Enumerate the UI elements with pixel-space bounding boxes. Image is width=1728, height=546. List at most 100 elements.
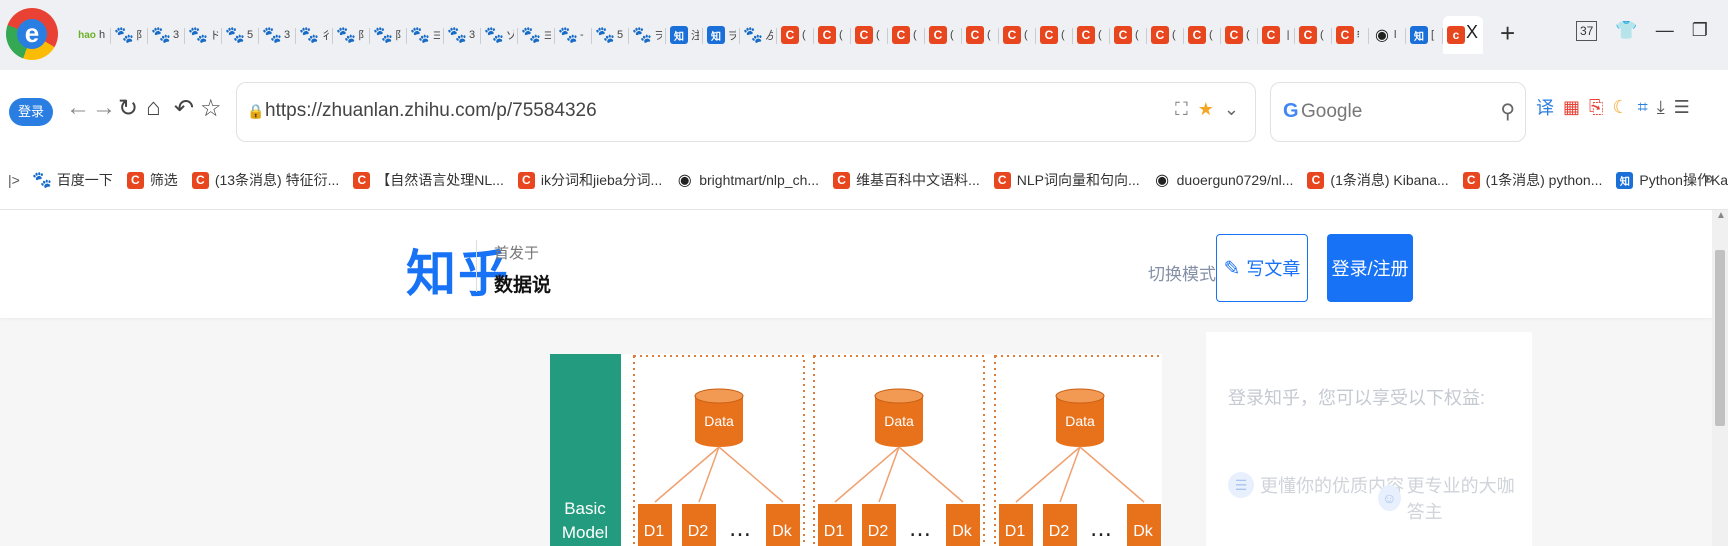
browser-tab[interactable]: C( xyxy=(888,16,925,54)
scrollbar-thumb[interactable] xyxy=(1715,250,1725,426)
bookmarks-toggle-icon[interactable]: |> xyxy=(8,172,20,188)
browser-tab[interactable]: 🐾 - xyxy=(555,16,592,54)
reload-icon[interactable]: ↻ xyxy=(118,94,138,123)
perk-expert-answers[interactable]: ☺ 更专业的大咖答主 xyxy=(1378,472,1532,524)
new-tab-button[interactable]: + xyxy=(1500,18,1515,49)
browser-tab[interactable]: C( xyxy=(814,16,851,54)
browser-tab[interactable]: 🐾 ヨ xyxy=(407,16,444,54)
popover-caret xyxy=(1360,302,1380,312)
column-name[interactable]: 数据说 xyxy=(494,270,551,297)
github-icon: ◉ xyxy=(1375,27,1389,44)
browser-tab[interactable]: 🐾 彳 xyxy=(296,16,333,54)
browser-tab[interactable]: C( xyxy=(1073,16,1110,54)
browser-tab[interactable]: 🐾 阝 xyxy=(370,16,407,54)
search-box[interactable]: G Google ⚲ xyxy=(1270,82,1526,142)
chevron-down-icon[interactable]: ⌄ xyxy=(1224,99,1239,120)
dataset-node-label: D1 xyxy=(824,523,845,540)
browser-tab[interactable]: C( xyxy=(1036,16,1073,54)
browser-login-button[interactable]: 登录 xyxy=(9,98,53,126)
bookmark-item[interactable]: ◉ brightmart/nlp_ch... xyxy=(676,172,819,189)
search-icon[interactable]: ⚲ xyxy=(1500,99,1515,124)
tab-title: ( xyxy=(1061,29,1065,41)
bookmark-item[interactable]: C (13条消息) 特征衍... xyxy=(191,170,339,190)
browser-tab[interactable]: 🐾 5 xyxy=(592,16,629,54)
bookmark-item[interactable]: ◉ duoergun0729/nl... xyxy=(1154,172,1293,189)
dataset-node-label: Dk xyxy=(772,523,793,540)
login-register-button[interactable]: 登录/注册 xyxy=(1327,234,1413,302)
tab-bar: e hao h 🐾 阝 🐾 3 🐾 ド 🐾 5 🐾 3 🐾 彳 🐾 阝 🐾 阝 🐾 ヨ 🐾 3 🐾 ゾ 🐾 ヨ 🐾 - 🐾 5 🐾 ヲ知注知ヺ… xyxy=(0,0,1728,70)
browser-tab[interactable]: C( xyxy=(999,16,1036,54)
browser-tab[interactable]: C( xyxy=(925,16,962,54)
menu-icon[interactable]: ☰ xyxy=(1674,97,1690,118)
search-placeholder[interactable]: Google xyxy=(1301,101,1362,123)
address-bar[interactable]: 🔒 https://zhuanlan.zhihu.com/p/75584326 … xyxy=(236,82,1256,142)
window-count-badge[interactable]: 37 xyxy=(1576,20,1598,41)
favorite-icon[interactable]: ★ xyxy=(1198,99,1214,120)
write-article-button[interactable]: ✎ 写文章 xyxy=(1216,234,1308,302)
browser-tab[interactable]: 🐾 ド xyxy=(185,16,222,54)
browser-tab[interactable]: hao h xyxy=(74,16,111,54)
browser-tab[interactable]: C( xyxy=(962,16,999,54)
crop-icon[interactable]: ⌗ xyxy=(1638,97,1648,118)
browser-tab[interactable]: 🐾 3 xyxy=(444,16,481,54)
close-tab-icon[interactable]: X xyxy=(1466,22,1478,43)
pdf-icon[interactable]: ⎘ xyxy=(1589,97,1603,118)
bookmark-star-icon[interactable]: ☆ xyxy=(200,94,222,123)
night-icon[interactable]: ☾ xyxy=(1612,97,1628,118)
bookmark-item[interactable]: C 筛选 xyxy=(126,170,178,190)
browser-tab[interactable]: 🐾 ゾ xyxy=(481,16,518,54)
browser-tab[interactable]: C( xyxy=(851,16,888,54)
forward-icon[interactable]: → xyxy=(92,94,116,122)
bookmark-label: 维基百科中文语料... xyxy=(856,172,980,188)
baidu-paw-icon: 🐾 xyxy=(151,27,171,44)
browser-tab[interactable]: C( xyxy=(1147,16,1184,54)
bookmark-item[interactable]: C NLP词向量和句向... xyxy=(993,170,1140,190)
browser-tab[interactable]: 🐾 阝 xyxy=(333,16,370,54)
bookmark-item[interactable]: Cik分词和jieba分词... xyxy=(517,170,662,190)
skin-icon[interactable]: 👕 xyxy=(1615,20,1637,41)
home-icon[interactable]: ⌂ xyxy=(146,94,161,122)
browser-tab[interactable]: 知ヺ xyxy=(703,16,740,54)
screenshot-icon[interactable]: ⛶ xyxy=(1175,99,1188,120)
bookmark-item[interactable]: C 维基百科中文语料... xyxy=(833,170,980,190)
switch-mode-link[interactable]: 切换模式 xyxy=(1148,260,1216,285)
browser-tab[interactable]: 🐾 ゟ xyxy=(740,16,777,54)
browser-tab[interactable]: 🐾 阝 xyxy=(111,16,148,54)
csdn-icon: C xyxy=(1040,26,1058,44)
bookmark-item[interactable]: 🐾 百度一下 xyxy=(32,170,112,190)
browser-logo-icon[interactable]: e xyxy=(6,8,58,60)
translate-icon[interactable]: 译 xyxy=(1536,94,1554,120)
lock-icon: 🔒 xyxy=(247,103,265,119)
tab-title: 彳 xyxy=(321,30,329,42)
back-icon[interactable]: ← xyxy=(66,94,90,122)
browser-tab[interactable]: 知注 xyxy=(666,16,703,54)
minimize-icon[interactable]: — xyxy=(1656,20,1674,41)
bookmark-item[interactable]: C 【自然语言处理NL... xyxy=(353,170,504,190)
download-icon[interactable]: ⤓ xyxy=(1657,97,1665,118)
browser-tab[interactable]: C( xyxy=(1110,16,1147,54)
browser-tab[interactable]: 🐾 3 xyxy=(148,16,185,54)
browser-tab[interactable]: ◉ l xyxy=(1369,16,1406,54)
bookmark-item[interactable]: C (1条消息) Kibana... xyxy=(1307,170,1449,190)
browser-tab[interactable]: C( xyxy=(1295,16,1332,54)
browser-tab[interactable]: C( xyxy=(777,16,814,54)
browser-tab[interactable]: 知[ xyxy=(1406,16,1443,54)
undo-icon[interactable]: ↶ xyxy=(174,94,194,123)
csdn-icon: C xyxy=(855,26,873,44)
apps-icon[interactable]: ▦ xyxy=(1563,97,1580,118)
browser-tab[interactable]: 🐾 ヨ xyxy=(518,16,555,54)
browser-tab[interactable]: C ፧ xyxy=(1332,16,1369,54)
hao123-icon: hao xyxy=(78,29,96,41)
browser-tab[interactable]: C( xyxy=(1221,16,1258,54)
browser-tab[interactable]: 🐾 3 xyxy=(259,16,296,54)
bookmarks-overflow-icon[interactable]: » xyxy=(1704,168,1714,189)
url-text[interactable]: https://zhuanlan.zhihu.com/p/75584326 xyxy=(265,100,597,122)
browser-tab[interactable]: 🐾 ヲ xyxy=(629,16,666,54)
page-scrollbar[interactable]: ▲ xyxy=(1712,210,1728,546)
bookmark-item[interactable]: C (1条消息) python... xyxy=(1462,170,1602,190)
scroll-up-icon[interactable]: ▲ xyxy=(1716,210,1726,221)
browser-tab[interactable]: Cㅣ xyxy=(1258,16,1295,54)
restore-icon[interactable]: ❐ xyxy=(1692,20,1708,41)
browser-tab[interactable]: 🐾 5 xyxy=(222,16,259,54)
browser-tab[interactable]: C( xyxy=(1184,16,1221,54)
